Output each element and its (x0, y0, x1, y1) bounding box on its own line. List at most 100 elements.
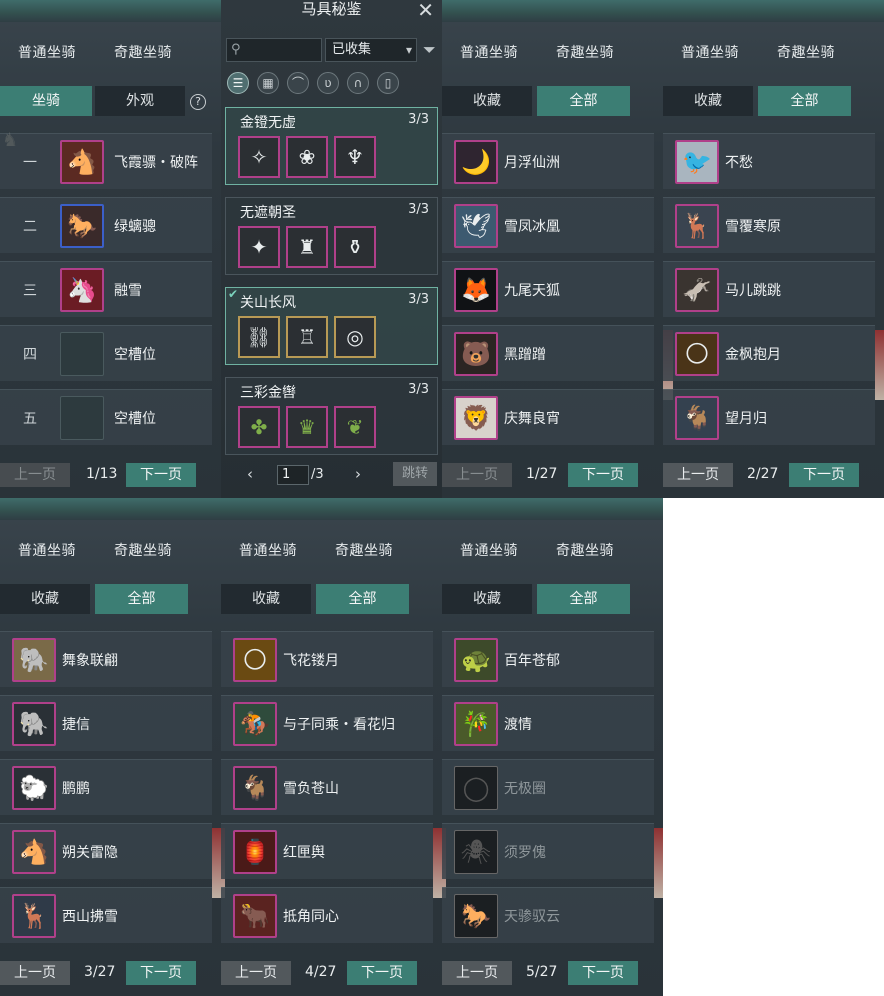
bridle-icon[interactable]: ʋ (317, 72, 339, 94)
mount-row[interactable]: 🐐 雪负苍山 (221, 759, 433, 815)
mount-row[interactable]: 🦊 九尾天狐 (442, 261, 654, 317)
saddle-icon[interactable]: ⌒ (287, 72, 309, 94)
page-number-input[interactable]: 1 (277, 465, 309, 485)
mount-row[interactable]: 🦌 西山拂雪 (0, 887, 212, 943)
next-page-button[interactable]: 下一页 (126, 961, 196, 985)
saddle-item-icon[interactable]: ♜ (286, 226, 328, 268)
mount-row[interactable]: 🕊 雪凤冰凰 (442, 197, 654, 253)
prev-page-button[interactable]: 上一页 (663, 463, 733, 487)
all-button[interactable]: 全部 (316, 584, 409, 614)
tab-fun-mount[interactable]: 奇趣坐骑 (335, 540, 393, 560)
all-button[interactable]: 全部 (537, 86, 630, 116)
collected-filter-dropdown[interactable]: 已收集 ▾ (325, 38, 417, 62)
mount-row[interactable]: 🐐 望月归 (663, 389, 875, 445)
mount-row[interactable]: 🫏 马儿跳跳 (663, 261, 875, 317)
bridle-item-icon[interactable]: ✧ (238, 136, 280, 178)
stirrup-item-icon[interactable]: ◎ (334, 316, 376, 358)
saddle-item-icon[interactable]: ♛ (286, 406, 328, 448)
favorites-button[interactable]: 收藏 (0, 584, 90, 614)
mount-row[interactable]: 🎋 渡情 (442, 695, 654, 751)
grid-icon[interactable]: ▦ (257, 72, 279, 94)
mount-row[interactable]: 🌙 月浮仙洲 (442, 133, 654, 189)
next-page-button[interactable]: 下一页 (568, 961, 638, 985)
scene-edge-decoration (654, 828, 663, 898)
mount-row[interactable]: 🐴 朔关雷隐 (0, 823, 212, 879)
mount-row[interactable]: 🐦 不愁 (663, 133, 875, 189)
mount-row[interactable]: 🐢 百年苍郁 (442, 631, 654, 687)
mount-row[interactable]: 🦌 雪覆寒原 (663, 197, 875, 253)
mount-row[interactable]: 🏇 与子同乘・看花归 (221, 695, 433, 751)
prev-page-button[interactable]: 上一页 (0, 463, 70, 487)
bridle-item-icon[interactable]: ✤ (238, 406, 280, 448)
harness-set-card[interactable]: 无遮朝圣 3/3 ✦ ♜ ⚱ (225, 197, 438, 275)
mount-slot-row[interactable]: 三 🦄 融雪 (0, 261, 212, 317)
chevron-left-icon[interactable]: ‹ (247, 465, 253, 483)
mount-row[interactable]: 🌕 金枫抱月 (663, 325, 875, 381)
seg-appearance-button[interactable]: 外观 (95, 86, 185, 116)
mount-row[interactable]: 🐂 抵角同心 (221, 887, 433, 943)
stirrup-item-icon[interactable]: ⚱ (334, 226, 376, 268)
mount-row[interactable]: 🕷 须罗傀 (442, 823, 654, 879)
tab-fun-mount[interactable]: 奇趣坐骑 (556, 540, 614, 560)
jump-button[interactable]: 跳转 (393, 462, 437, 486)
prev-page-button[interactable]: 上一页 (221, 961, 291, 985)
bridle-item-icon[interactable]: ✦ (238, 226, 280, 268)
mount-row[interactable]: 🐻 黑蹭蹭 (442, 325, 654, 381)
filter-funnel-icon[interactable]: ⏷ (423, 40, 436, 60)
harness-set-card[interactable]: 三彩金辔 3/3 ✤ ♛ ❦ (225, 377, 438, 455)
mount-name: 朔关雷隐 (62, 845, 118, 861)
mount-thumbnail: 🐐 (675, 396, 719, 440)
tab-fun-mount[interactable]: 奇趣坐骑 (556, 42, 614, 62)
next-page-button[interactable]: 下一页 (126, 463, 196, 487)
seg-mount-button[interactable]: 坐骑 (0, 86, 92, 116)
harness-set-card[interactable]: ✔ 关山长风 3/3 ⛓ ♖ ◎ (225, 287, 438, 365)
search-input[interactable]: ⚲ (226, 38, 322, 62)
tab-normal-mount[interactable]: 普通坐骑 (18, 42, 76, 62)
all-button[interactable]: 全部 (537, 584, 630, 614)
list-all-icon[interactable]: ☰ (227, 72, 249, 94)
saddle-item-icon[interactable]: ♖ (286, 316, 328, 358)
mount-row[interactable]: 🐘 舞象联翩 (0, 631, 212, 687)
all-button[interactable]: 全部 (758, 86, 851, 116)
prev-page-button[interactable]: 上一页 (442, 463, 512, 487)
tab-normal-mount[interactable]: 普通坐骑 (460, 540, 518, 560)
saddle-item-icon[interactable]: ❀ (286, 136, 328, 178)
favorites-button[interactable]: 收藏 (663, 86, 753, 116)
tab-normal-mount[interactable]: 普通坐骑 (18, 540, 76, 560)
favorites-button[interactable]: 收藏 (442, 584, 532, 614)
prev-page-button[interactable]: 上一页 (442, 961, 512, 985)
mount-row[interactable]: 🐑 鹏鹏 (0, 759, 212, 815)
stirrup-item-icon[interactable]: ❦ (334, 406, 376, 448)
next-page-button[interactable]: 下一页 (789, 463, 859, 487)
chevron-right-icon[interactable]: › (355, 465, 361, 483)
mount-row[interactable]: 🌕 飞花镂月 (221, 631, 433, 687)
prev-page-button[interactable]: 上一页 (0, 961, 70, 985)
bridle-item-icon[interactable]: ⛓ (238, 316, 280, 358)
mount-slot-row[interactable]: 五 空槽位 (0, 389, 212, 445)
mount-row[interactable]: ◯ 无极圈 (442, 759, 654, 815)
help-icon[interactable]: ? (190, 94, 206, 110)
tab-normal-mount[interactable]: 普通坐骑 (239, 540, 297, 560)
tab-fun-mount[interactable]: 奇趣坐骑 (114, 540, 172, 560)
stirrup-item-icon[interactable]: ♆ (334, 136, 376, 178)
mount-row[interactable]: 🏮 红匣舆 (221, 823, 433, 879)
mount-row[interactable]: 🦁 庆舞良宵 (442, 389, 654, 445)
all-button[interactable]: 全部 (95, 584, 188, 614)
favorites-button[interactable]: 收藏 (221, 584, 311, 614)
next-page-button[interactable]: 下一页 (347, 961, 417, 985)
tab-normal-mount[interactable]: 普通坐骑 (460, 42, 518, 62)
mount-slot-row[interactable]: 一 🐴 飞霞骠・破阵 (0, 133, 212, 189)
tab-fun-mount[interactable]: 奇趣坐骑 (777, 42, 835, 62)
mount-slot-row[interactable]: 二 🐎 绿螭骢 (0, 197, 212, 253)
harness-set-card[interactable]: 金镫无虚 3/3 ✧ ❀ ♆ (225, 107, 438, 185)
tab-fun-mount[interactable]: 奇趣坐骑 (114, 42, 172, 62)
mount-row[interactable]: 🐘 捷信 (0, 695, 212, 751)
favorites-button[interactable]: 收藏 (442, 86, 532, 116)
tab-normal-mount[interactable]: 普通坐骑 (681, 42, 739, 62)
armor-icon[interactable]: ▯ (377, 72, 399, 94)
horseshoe-icon[interactable]: ∩ (347, 72, 369, 94)
close-icon[interactable]: ✕ (417, 0, 434, 22)
mount-row[interactable]: 🐎 天骖驭云 (442, 887, 654, 943)
next-page-button[interactable]: 下一页 (568, 463, 638, 487)
mount-slot-row[interactable]: 四 空槽位 (0, 325, 212, 381)
